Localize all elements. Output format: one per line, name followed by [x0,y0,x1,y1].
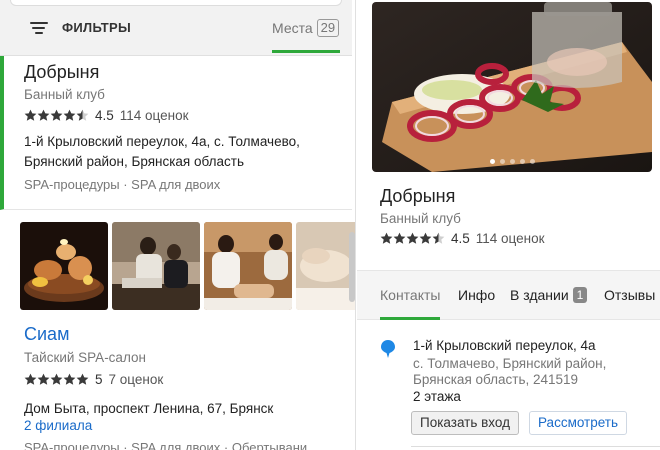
pagination-dot[interactable] [529,159,535,164]
divider [411,446,660,447]
rating-stars [380,232,445,245]
filter-icon [30,21,48,35]
tab-label: Отзывы [604,287,656,303]
photo-strip [20,222,355,310]
rating-stars [24,373,89,386]
tab-label: В здании [510,287,569,303]
star-icon [76,373,89,385]
address-locality: с. Толмачево, Брянский район, Брянская о… [413,356,607,387]
tab-contacts[interactable]: Контакты [380,287,440,303]
star-icon [76,109,89,121]
place-details-panel: Добрыня Банный клуб 4.5 114 оценок Конта… [357,0,660,450]
place-rating[interactable]: 4.5 114 оценок [380,231,545,246]
results-panel: ФИЛЬТРЫ Места 29 Добрыня Банный клуб 4.5… [0,0,356,450]
star-icon [63,373,76,385]
branches-link[interactable]: 2 филиала [24,418,92,433]
result-category: Банный клуб [24,87,105,102]
tab-info[interactable]: Инфо [458,287,495,303]
view-button[interactable]: Рассмотреть [529,411,628,435]
star-icon [24,373,37,385]
star-icon [432,232,445,244]
pagination-dot[interactable] [509,159,515,164]
star-icon [37,373,50,385]
place-category: Банный клуб [380,211,461,226]
star-icon [50,109,63,121]
star-icon [380,232,393,244]
tab-in-building[interactable]: В здании 1 [510,287,588,303]
star-icon [37,109,50,121]
tab-label: Инфо [458,287,496,303]
reviews-count: 114 оценок [119,108,189,123]
star-icon [393,232,406,244]
pagination-dot[interactable] [489,159,495,164]
photo-candles[interactable] [20,222,108,310]
results-header: ФИЛЬТРЫ Места 29 [0,0,352,56]
rating-stars [24,109,89,122]
rating-value: 4.5 [451,231,470,246]
filters-button[interactable]: ФИЛЬТРЫ [30,20,131,35]
app-root: ФИЛЬТРЫ Места 29 Добрыня Банный клуб 4.5… [0,0,660,450]
result-rating: 4.5 114 оценок [24,108,352,123]
photo-massage-3[interactable] [296,222,355,310]
tab-reviews[interactable]: Отзывы [604,287,655,303]
result-category: Тайский SPA-салон [24,350,146,365]
result-tags: SPA-процедуры · SPA для двоих · Обертыва… [24,440,308,450]
star-icon [406,232,419,244]
tab-active-indicator [272,50,340,53]
place-photo[interactable] [372,2,652,172]
photo-massage-1[interactable] [112,222,200,310]
result-rating: 5 7 оценок [24,372,163,387]
photo-pagination [372,159,652,164]
result-card-siam[interactable]: Сиам Тайский SPA-салон 5 7 оценок Дом Бы… [0,210,355,450]
result-title[interactable]: Добрыня [24,62,352,83]
rating-value: 5 [95,372,103,387]
tab-badge: 1 [572,287,588,303]
address-street: 1-й Крыловский переулок, 4а [413,338,596,353]
location-pin-icon [381,340,395,358]
star-icon [419,232,432,244]
result-tags: SPA-процедуры · SPA для двоих [24,177,221,192]
search-box-edge [10,0,342,6]
pagination-dot[interactable] [499,159,505,164]
scrollbar-thumb[interactable] [349,232,355,302]
star-icon [63,109,76,121]
place-title: Добрыня [380,186,456,206]
result-title[interactable]: Сиам [24,324,69,345]
result-card-dobrynya[interactable]: Добрыня Банный клуб 4.5 114 оценок 1-й К… [0,56,352,210]
floors-info: 2 этажа [413,389,461,404]
filters-label: ФИЛЬТРЫ [62,20,132,35]
tab-places-count: 29 [316,19,340,37]
star-icon [50,373,63,385]
tab-label: Контакты [380,287,441,303]
photo-massage-2[interactable] [204,222,292,310]
tab-places-label: Места [272,20,313,36]
tab-places[interactable]: Места 29 [272,19,340,37]
rating-value: 4.5 [95,108,114,123]
place-tabs: Контакты Инфо В здании 1 Отзывы [357,270,660,320]
reviews-count: 7 оценок [108,372,164,387]
star-icon [24,109,37,121]
result-address: 1-й Крыловский переулок, 4а, с. Толмачев… [24,134,300,169]
result-address: Дом Быта, проспект Ленина, 67, Брянск [24,401,274,416]
show-entrance-button[interactable]: Показать вход [411,411,519,435]
pagination-dot[interactable] [519,159,525,164]
reviews-count: 114 оценок [475,231,545,246]
tab-active-indicator [380,317,440,320]
